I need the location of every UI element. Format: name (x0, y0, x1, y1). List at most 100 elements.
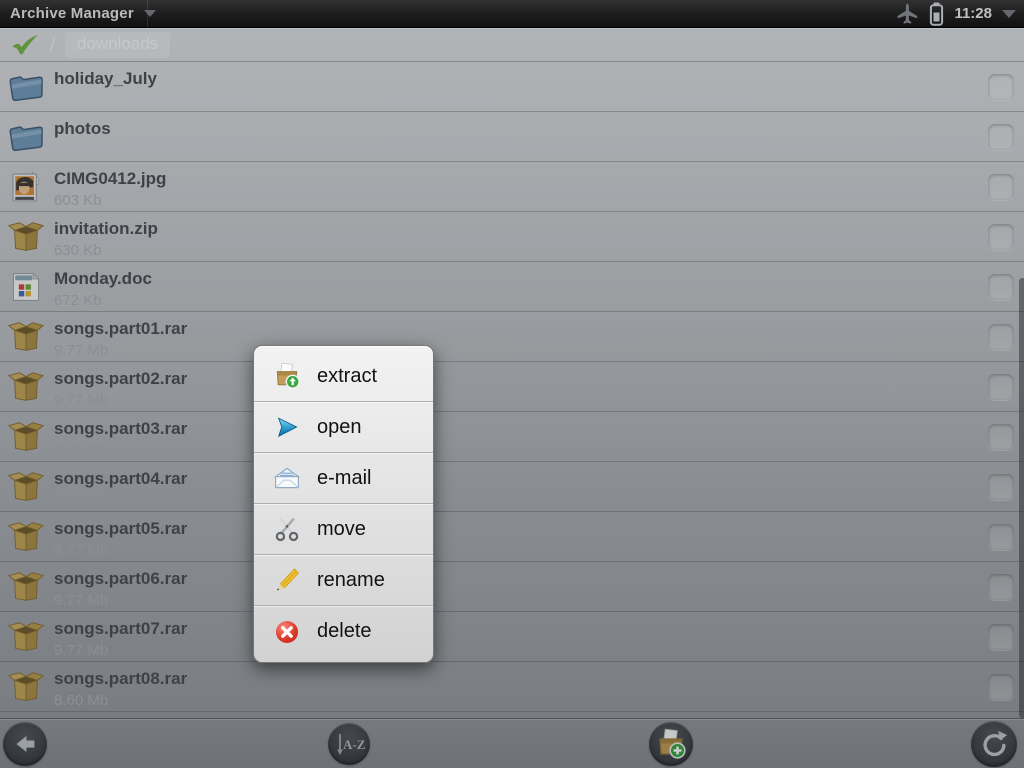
file-select-checkbox[interactable] (988, 424, 1014, 450)
file-size: 672 Kb (54, 291, 152, 310)
breadcrumb: / downloads (0, 28, 1024, 62)
chevron-down-icon (144, 10, 156, 17)
refresh-icon (979, 729, 1009, 759)
context-menu-item-email[interactable]: e-mail (254, 453, 433, 504)
archive-icon (6, 468, 46, 506)
file-row[interactable]: songs.part02.rar 9.77 Mb (0, 362, 1024, 412)
file-name: invitation.zip (54, 219, 158, 239)
file-row[interactable]: songs.part04.rar 9.77 Mb (0, 462, 1024, 512)
file-row[interactable]: songs.part06.rar 9.77 Mb (0, 562, 1024, 612)
file-name: songs.part05.rar (54, 519, 187, 539)
open-icon (273, 413, 301, 441)
sort-az-icon: A-Z (333, 728, 365, 760)
back-arrow-icon (10, 729, 40, 759)
archive-icon (6, 518, 46, 556)
file-size: 9.77 Mb (54, 541, 187, 560)
add-archive-button[interactable] (649, 722, 693, 766)
select-check-icon[interactable] (10, 34, 40, 56)
file-select-checkbox[interactable] (988, 124, 1014, 150)
chevron-down-icon (1002, 10, 1016, 18)
file-select-checkbox[interactable] (988, 624, 1014, 650)
app-menu-button[interactable]: Archive Manager (0, 0, 148, 27)
file-select-checkbox[interactable] (988, 324, 1014, 350)
file-name: songs.part03.rar (54, 419, 187, 439)
delete-icon (273, 618, 301, 646)
airplane-icon (895, 2, 919, 26)
file-name: photos (54, 119, 111, 139)
scissors-icon (273, 515, 301, 543)
file-name: songs.part08.rar (54, 669, 187, 689)
file-select-checkbox[interactable] (988, 474, 1014, 500)
archive-icon (6, 368, 46, 406)
context-menu-item-move[interactable]: move (254, 504, 433, 555)
file-row[interactable]: songs.part08.rar 8.60 Mb (0, 662, 1024, 712)
context-menu-item-label: move (317, 518, 366, 541)
file-size: 9.77 Mb (54, 641, 187, 660)
context-menu-item-open[interactable]: open (254, 402, 433, 453)
file-select-checkbox[interactable] (988, 224, 1014, 250)
file-size: 9.77 Mb (54, 391, 187, 410)
file-select-checkbox[interactable] (988, 674, 1014, 700)
file-row[interactable]: songs.part03.rar 9.77 Mb (0, 412, 1024, 462)
breadcrumb-root[interactable]: / (50, 35, 55, 56)
file-size: 9.77 Mb (54, 441, 187, 460)
file-name: songs.part01.rar (54, 319, 187, 339)
sort-button[interactable]: A-Z (328, 723, 370, 765)
file-select-checkbox[interactable] (988, 174, 1014, 200)
file-name: Monday.doc (54, 269, 152, 289)
context-menu-item-label: e-mail (317, 467, 371, 490)
file-row[interactable]: CIMG0412.jpg 603 Kb (0, 162, 1024, 212)
file-name: CIMG0412.jpg (54, 169, 166, 189)
content-area: / downloads holiday_July photos CIMG0412… (0, 28, 1024, 718)
file-size: 9.77 Mb (54, 491, 187, 510)
file-size: 9.77 Mb (54, 591, 187, 610)
breadcrumb-current-folder[interactable]: downloads (65, 32, 170, 58)
battery-icon (929, 2, 944, 26)
file-select-checkbox[interactable] (988, 374, 1014, 400)
clock: 11:28 (954, 5, 992, 22)
file-name: songs.part07.rar (54, 619, 187, 639)
scrollbar-thumb[interactable] (1019, 278, 1024, 718)
file-row[interactable]: songs.part01.rar 9.77 Mb (0, 312, 1024, 362)
file-row[interactable]: photos (0, 112, 1024, 162)
archive-icon (6, 668, 46, 706)
image-icon (6, 168, 46, 206)
file-row[interactable]: songs.part07.rar 9.77 Mb (0, 612, 1024, 662)
context-menu-item-label: open (317, 416, 362, 439)
app-title: Archive Manager (10, 5, 134, 22)
file-row[interactable]: songs.part05.rar 9.77 Mb (0, 512, 1024, 562)
file-size: 630 Kb (54, 241, 158, 260)
extract-icon (273, 362, 301, 390)
folder-icon (6, 68, 46, 106)
file-name: holiday_July (54, 69, 157, 89)
top-status-bar: Archive Manager 11:28 (0, 0, 1024, 28)
mail-icon (273, 464, 301, 492)
file-select-checkbox[interactable] (988, 574, 1014, 600)
context-menu-item-rename[interactable]: rename (254, 555, 433, 606)
context-menu-item-label: rename (317, 569, 385, 592)
context-menu-item-extract[interactable]: extract (254, 351, 433, 402)
file-size: 9.77 Mb (54, 341, 187, 360)
context-menu-item-delete[interactable]: delete (254, 606, 433, 657)
refresh-button[interactable] (971, 721, 1017, 767)
archive-manager-screen: Archive Manager 11:28 / downloads holida… (0, 0, 1024, 768)
status-area[interactable]: 11:28 (895, 2, 1024, 26)
archive-icon (6, 318, 46, 356)
file-size: 603 Kb (54, 191, 166, 210)
file-row[interactable]: holiday_July (0, 62, 1024, 112)
bottom-toolbar: A-Z (0, 718, 1024, 768)
file-select-checkbox[interactable] (988, 74, 1014, 100)
file-row[interactable]: Monday.doc 672 Kb (0, 262, 1024, 312)
back-button[interactable] (3, 722, 47, 766)
folder-icon (6, 118, 46, 156)
pencil-icon (273, 566, 301, 594)
file-row[interactable]: invitation.zip 630 Kb (0, 212, 1024, 262)
file-select-checkbox[interactable] (988, 524, 1014, 550)
archive-icon (6, 568, 46, 606)
file-list: holiday_July photos CIMG0412.jpg 603 Kb … (0, 62, 1024, 718)
context-menu-item-label: delete (317, 620, 372, 643)
archive-icon (6, 418, 46, 456)
file-select-checkbox[interactable] (988, 274, 1014, 300)
doc-icon (6, 268, 46, 306)
context-menu: extract open e-mail move rename delete (253, 345, 434, 663)
